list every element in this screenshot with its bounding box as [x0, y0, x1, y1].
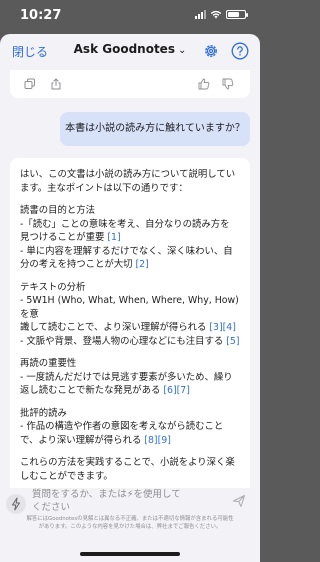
answer-intro-line: ます。主なポイントは以下の通りです： — [20, 182, 188, 194]
disclaimer-line: があります。このような内容を見かけた場合は、弊社までご報告ください。 — [38, 523, 222, 530]
citation-link[interactable]: [3][4] — [209, 322, 236, 333]
ask-goodnotes-sheet: 閉じる Ask Goodnotes ⌄ 本書は小説の読み方に触れていますか？ は… — [0, 34, 260, 562]
disclaimer-line: 解答にはGoodnotesの見解とは異なる不正確、または不適切な情報が含まれる可… — [26, 516, 234, 522]
chevron-down-icon: ⌄ — [177, 45, 187, 56]
quick-prompts-button[interactable] — [6, 494, 26, 514]
answer-text: はい、この文書は小説の読み方について説明してい ます。主なポイントは以下の通りで… — [20, 168, 242, 492]
thumbs-up-icon[interactable] — [198, 78, 210, 90]
answer-card: はい、この文書は小説の読み方について説明してい ます。主なポイントは以下の通りで… — [10, 158, 250, 513]
title-menu[interactable]: Ask Goodnotes ⌄ — [0, 42, 260, 56]
answer-line: 見つけることが重要 — [20, 232, 105, 243]
section-heading: 読書の目的と方法 — [20, 205, 96, 216]
page-title: Ask Goodnotes — [73, 42, 175, 56]
citation-link[interactable]: [8][9] — [144, 435, 171, 446]
citation-link[interactable]: [6][7] — [163, 385, 190, 396]
answer-line: で、より深い理解が得られる — [20, 434, 142, 446]
answer-line: - 文脈や背景、登場人物の心理などにも注目する — [20, 335, 224, 347]
input-placeholder-line: ください — [32, 502, 71, 513]
answer-actions — [10, 78, 250, 92]
answer-line: 分の考えを持つことが大切 — [20, 259, 133, 270]
answer-intro-line: はい、この文書は小説の読み方について説明してい — [20, 169, 236, 180]
send-icon[interactable] — [232, 494, 246, 508]
home-indicator[interactable] — [80, 552, 180, 556]
previous-answer-card — [10, 70, 250, 98]
gear-icon[interactable] — [203, 43, 219, 59]
status-icons — [195, 10, 248, 19]
signal-icon — [195, 10, 206, 19]
answer-outro-line: これらの方法を実践することで、小説をより深く楽 — [20, 457, 235, 468]
section-heading: テキストの分析 — [20, 281, 86, 293]
answer-line: - 一度読んだだけでは見逃す要素が多いため、繰り — [20, 371, 233, 383]
answer-line: 識して読むことで、より深い理解が得られる — [20, 322, 207, 333]
answer-line: 返し読むことで新たな発見がある — [20, 385, 161, 396]
disclaimer: 解答にはGoodnotesの見解とは異なる不正確、または不適切な情報が含まれる可… — [8, 516, 252, 531]
help-icon[interactable] — [231, 42, 249, 60]
copy-icon[interactable] — [24, 78, 36, 90]
citation-link[interactable]: [2] — [136, 259, 149, 270]
answer-outro-line: しむことができます。 — [20, 470, 113, 482]
thumbs-down-icon[interactable] — [222, 78, 234, 90]
input-placeholder-line: 質問をするか、または⚡を使用して — [32, 489, 181, 500]
citation-link[interactable]: [1] — [107, 232, 120, 243]
header: 閉じる Ask Goodnotes ⌄ — [0, 34, 260, 70]
citation-link[interactable]: [5] — [226, 336, 239, 347]
answer-line: -「読む」ことの意味を考え、自分なりの読み方を — [20, 218, 230, 230]
answer-line: - 単に内容を理解するだけでなく、深く味わい、自 — [20, 245, 233, 257]
battery-icon — [226, 10, 248, 19]
wifi-icon — [210, 10, 222, 19]
status-bar: 10:27 — [0, 0, 260, 30]
status-time: 10:27 — [20, 8, 62, 23]
answer-line: - 5W1H (Who, What, When, Where, Why, How… — [20, 295, 239, 320]
answer-line: - 作品の構造や作者の意図を考えながら読むこと — [20, 421, 224, 432]
user-message-bubble: 本書は小説の読み方に触れていますか？ — [60, 112, 250, 146]
section-heading: 再読の重要性 — [20, 358, 77, 369]
share-icon[interactable] — [50, 78, 62, 90]
question-input[interactable]: 質問をするか、または⚡を使用して ください — [32, 488, 222, 514]
bolt-icon — [12, 497, 20, 511]
section-heading: 批評的読み — [20, 407, 67, 419]
